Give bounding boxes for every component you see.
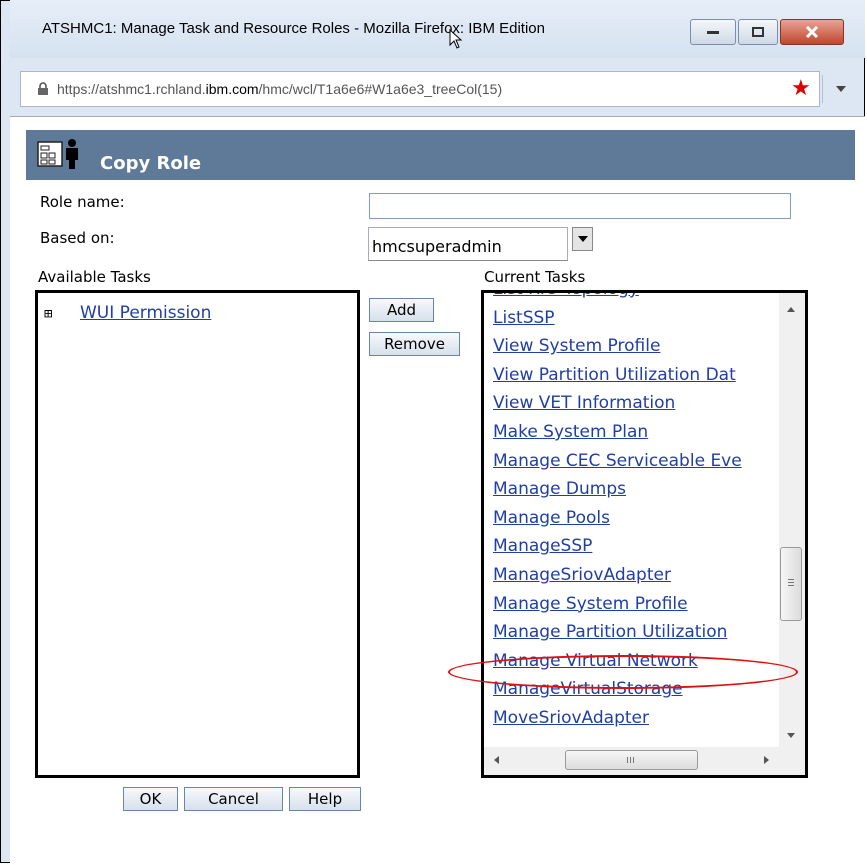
dropdown-arrow-icon[interactable] [572, 227, 593, 251]
bookmark-star-icon[interactable]: ★ [791, 76, 811, 101]
horizontal-scroll-thumb[interactable] [565, 750, 698, 770]
available-tasks-label: Available Tasks [38, 268, 151, 286]
current-task-item[interactable]: Manage Pools [493, 508, 610, 528]
url-domain: ibm.com [205, 81, 259, 97]
current-task-item[interactable]: Manage Virtual Network [493, 651, 698, 671]
add-button[interactable]: Add [369, 298, 434, 322]
remove-button[interactable]: Remove [369, 332, 460, 356]
current-tasks-viewport: List RIO Topology ListSSP View System Prof… [484, 293, 779, 747]
current-task-item[interactable]: MoveSriovAdapter [493, 708, 649, 728]
current-task-item[interactable]: View VET Information [493, 393, 675, 413]
current-task-item[interactable]: Manage Dumps [493, 479, 626, 499]
grip-icon [788, 579, 794, 580]
current-task-item[interactable]: List RIO Topology [493, 293, 639, 299]
vertical-scrollbar[interactable] [779, 293, 805, 747]
help-button[interactable]: Help [289, 787, 361, 811]
current-task-item[interactable]: ManageVirtualStorage [493, 679, 683, 699]
person-icon [66, 139, 78, 169]
ok-button[interactable]: OK [123, 787, 178, 811]
grip-icon [627, 757, 628, 763]
current-tasks-label: Current Tasks [484, 268, 586, 286]
scroll-left-arrow-icon[interactable] [494, 756, 499, 764]
role-icon [37, 141, 63, 167]
url-bar[interactable]: https://atshmc1.rchland.ibm.com/hmc/wcl/… [20, 71, 820, 107]
maximize-button[interactable] [738, 19, 778, 45]
based-on-label: Based on: [40, 229, 115, 247]
current-task-item[interactable]: Manage System Profile [493, 594, 688, 614]
role-name-label: Role name: [40, 193, 125, 211]
current-task-item[interactable]: Manage CEC Serviceable Eve [493, 451, 742, 471]
vertical-scroll-thumb[interactable] [780, 547, 802, 621]
mouse-cursor-icon [449, 29, 463, 49]
minimize-icon [707, 31, 719, 34]
window-title: ATSHMC1: Manage Task and Resource Roles … [42, 20, 545, 37]
chevron-down-icon[interactable] [836, 86, 846, 92]
current-task-item[interactable]: Manage Partition Utilization [493, 622, 727, 642]
current-task-item[interactable]: Make System Plan [493, 422, 648, 442]
cancel-button[interactable]: Cancel [184, 787, 283, 811]
current-task-item[interactable]: ManageSSP [493, 536, 592, 556]
url-path: /hmc/wcl/T1a6e6#W1a6e3_treeCol(15) [258, 81, 503, 97]
current-task-item[interactable]: View System Profile [493, 336, 660, 356]
based-on-value: hmcsuperadmin [372, 237, 502, 256]
url-text: https://atshmc1.rchland.ibm.com/hmc/wcl/… [57, 81, 502, 97]
maximize-icon [752, 27, 764, 37]
tree-item-wui-permission[interactable]: WUI Permission [80, 303, 211, 323]
lock-icon [38, 82, 48, 95]
minimize-button[interactable] [690, 19, 736, 45]
dialog-title: Copy Role [100, 153, 202, 174]
current-task-item[interactable]: View Partition Utilization Dat [493, 365, 736, 385]
expand-plus-icon[interactable]: ⊞ [44, 306, 52, 322]
current-task-item[interactable]: ManageSriovAdapter [493, 565, 671, 585]
url-prefix: https://atshmc1.rchland. [57, 81, 206, 97]
url-separator [822, 75, 823, 103]
scroll-right-arrow-icon[interactable] [764, 756, 769, 764]
close-window-button[interactable] [780, 19, 844, 45]
scroll-up-arrow-icon[interactable] [787, 307, 795, 312]
available-tasks-list[interactable] [35, 290, 360, 778]
role-name-input[interactable] [369, 193, 791, 219]
scroll-down-arrow-icon[interactable] [787, 733, 795, 738]
close-icon [805, 26, 819, 38]
current-task-item[interactable]: ListSSP [493, 308, 555, 328]
